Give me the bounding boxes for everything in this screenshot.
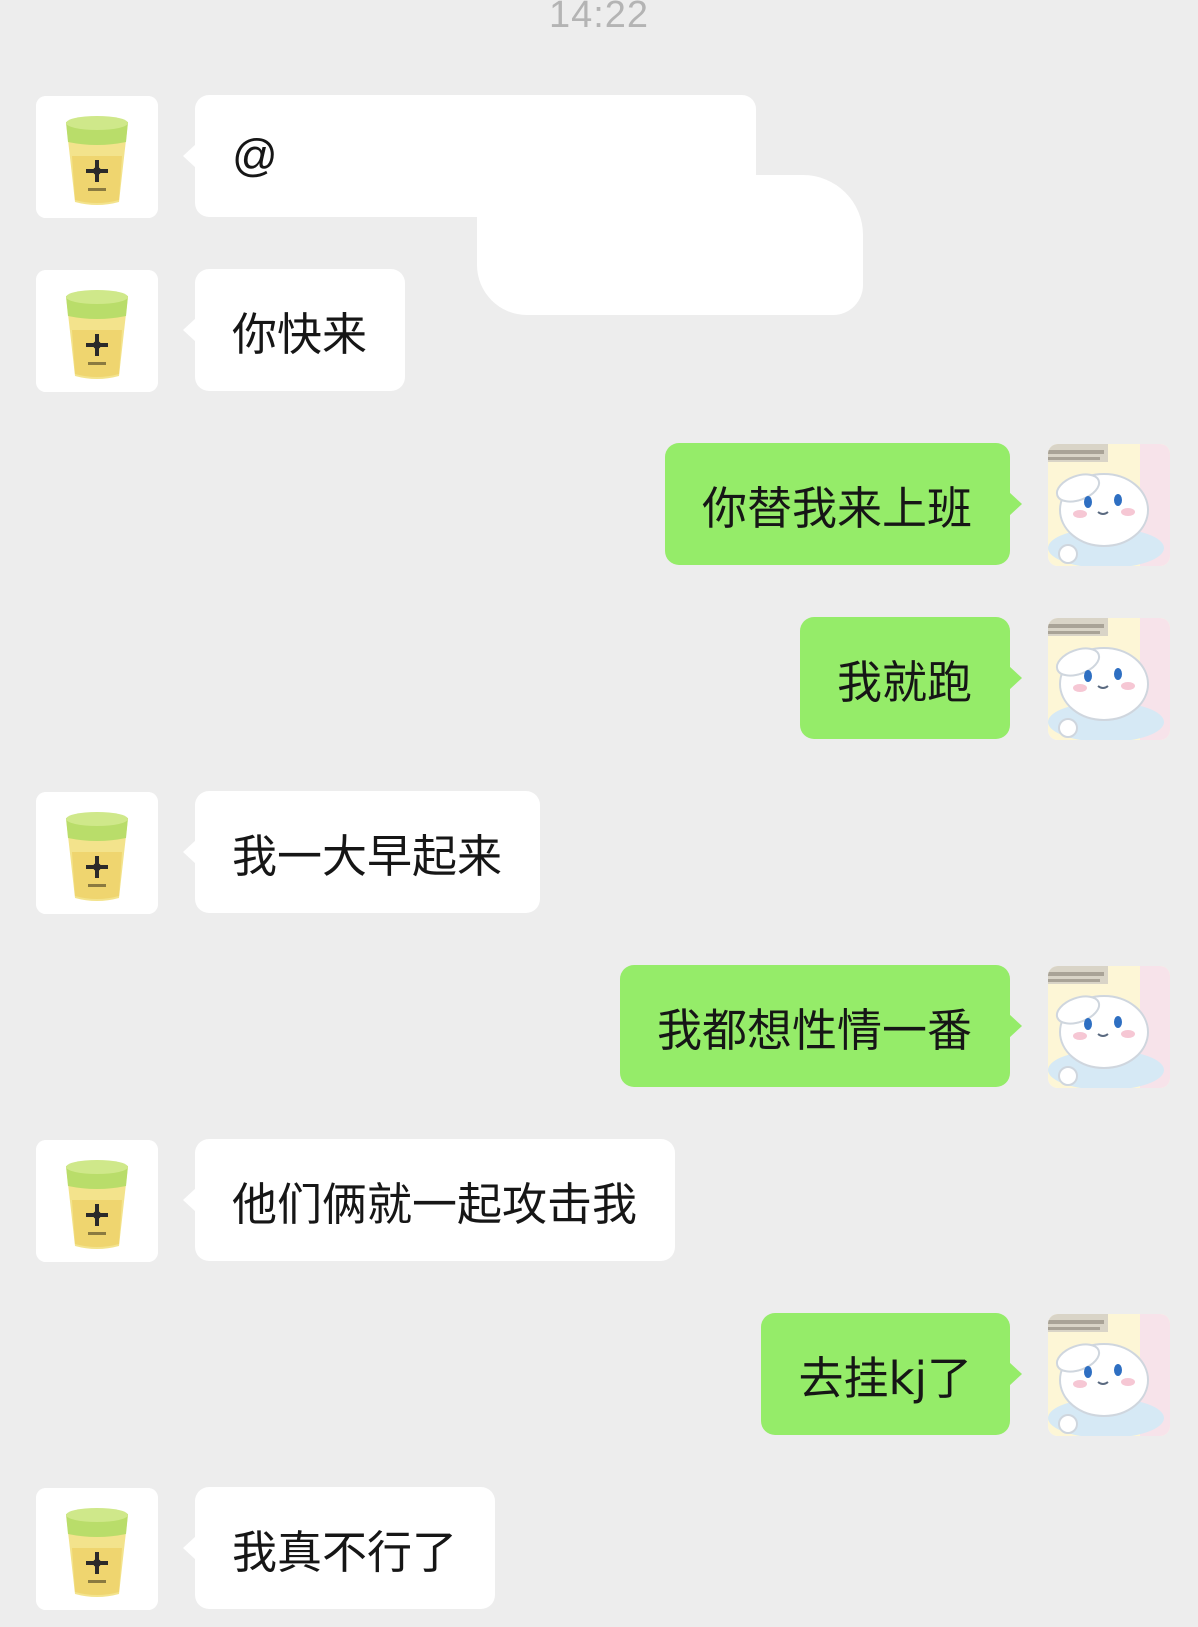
message-text: 我都想性情一番 — [656, 1003, 972, 1057]
milk-tea-cup-icon — [36, 1488, 158, 1610]
contact-avatar[interactable] — [36, 1488, 158, 1610]
contact-avatar[interactable] — [36, 792, 158, 914]
message-text: @ — [232, 130, 278, 181]
message-timestamp: 14:22 — [548, 0, 650, 36]
message-text: 我一大早起来 — [232, 829, 503, 883]
contact-avatar[interactable] — [36, 96, 158, 218]
self-avatar[interactable] — [1048, 966, 1170, 1088]
message-text: 我真不行了 — [232, 1525, 458, 1579]
message-bubble-outgoing[interactable]: 去挂kj了 — [761, 1313, 1022, 1435]
message-bubble-outgoing[interactable]: 我都想性情一番 — [619, 965, 1023, 1087]
self-avatar[interactable] — [1048, 618, 1170, 740]
message-text: 他们俩就一起攻击我 — [232, 1177, 638, 1231]
milk-tea-cup-icon — [36, 792, 158, 914]
message-bubble-incoming[interactable]: 你快来 — [182, 269, 406, 391]
contact-avatar[interactable] — [36, 1140, 158, 1262]
message-text: 你快来 — [232, 307, 368, 361]
cinnamoroll-bunny-icon — [1048, 444, 1170, 566]
message-bubble-incoming[interactable]: 我一大早起来 — [182, 791, 541, 913]
milk-tea-cup-icon — [36, 1140, 158, 1262]
milk-tea-cup-icon — [36, 270, 158, 392]
self-avatar[interactable] — [1048, 444, 1170, 566]
message-text: 你替我来上班 — [701, 481, 972, 535]
milk-tea-cup-icon — [36, 96, 158, 218]
message-bubble-outgoing[interactable]: 我就跑 — [799, 617, 1023, 739]
message-bubble-incoming[interactable]: @ — [183, 95, 863, 315]
cinnamoroll-bunny-icon — [1048, 618, 1170, 740]
message-text: 去挂kj了 — [798, 1351, 972, 1405]
message-bubble-incoming[interactable]: 他们俩就一起攻击我 — [182, 1139, 676, 1261]
cinnamoroll-bunny-icon — [1048, 966, 1170, 1088]
message-bubble-incoming[interactable]: 我真不行了 — [182, 1487, 496, 1609]
redaction-mark — [477, 175, 863, 315]
message-bubble-outgoing[interactable]: 你替我来上班 — [664, 443, 1023, 565]
message-text: 我就跑 — [836, 655, 972, 709]
contact-avatar[interactable] — [36, 270, 158, 392]
self-avatar[interactable] — [1048, 1314, 1170, 1436]
cinnamoroll-bunny-icon — [1048, 1314, 1170, 1436]
